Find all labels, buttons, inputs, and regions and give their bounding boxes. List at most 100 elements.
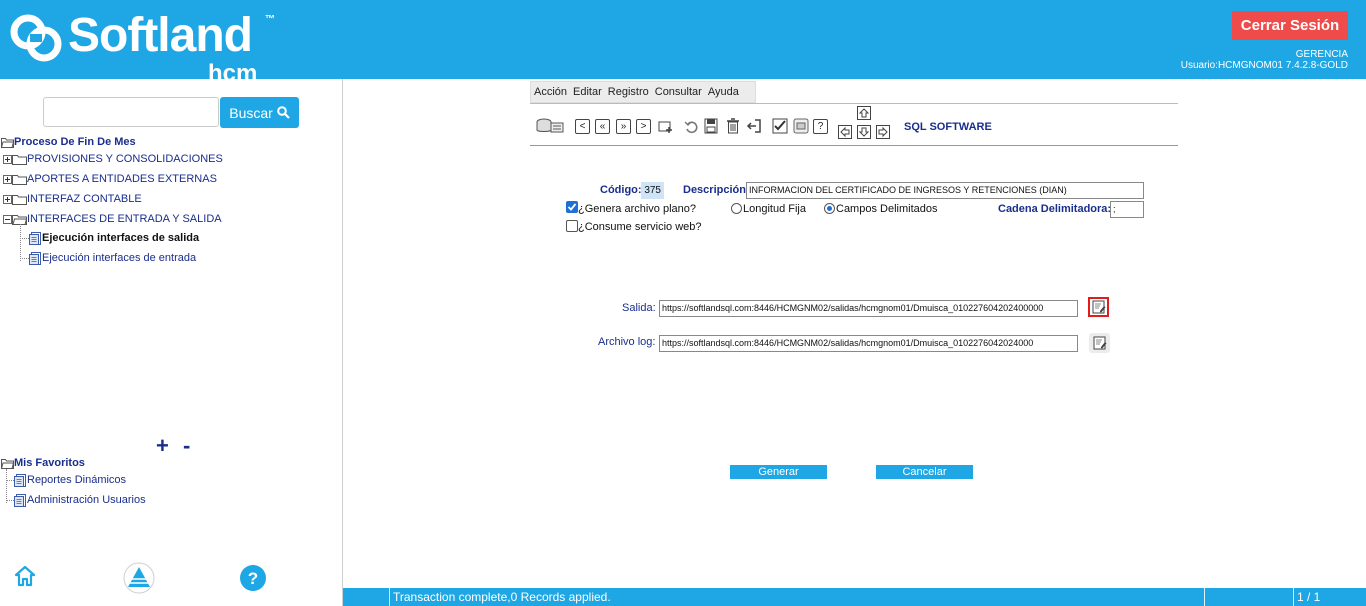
brand-trademark: ™ bbox=[265, 14, 275, 25]
status-bar: Transaction complete,0 Records applied. … bbox=[343, 588, 1366, 606]
salida-field[interactable]: https://softlandsql.com:8446/HCMGNM02/sa… bbox=[659, 300, 1078, 317]
longitud-fija-label: Longitud Fija bbox=[743, 203, 806, 215]
next-page-icon[interactable]: » bbox=[616, 119, 631, 134]
app-header: Softland ™ hcm Cerrar Sesión GERENCIA Us… bbox=[0, 0, 1366, 87]
save-icon[interactable] bbox=[704, 118, 718, 134]
nav-down-icon[interactable] bbox=[857, 125, 871, 139]
consume-servicio-checkbox[interactable] bbox=[566, 220, 578, 232]
process-tree: Proceso De Fin De Mes PROVISIONES Y CONS… bbox=[0, 79, 343, 599]
db-icon[interactable] bbox=[536, 118, 564, 134]
status-page: 1 / 1 bbox=[1293, 588, 1366, 606]
expand-collapse-all[interactable]: + - bbox=[156, 433, 194, 459]
campos-delimitados-label: Campos Delimitados bbox=[836, 203, 938, 215]
archivo-log-label: Archivo log: bbox=[598, 336, 656, 348]
triangle-logo-icon[interactable] bbox=[123, 562, 155, 594]
tree-item-label: APORTES A ENTIDADES EXTERNAS bbox=[27, 173, 217, 185]
nav-left-icon[interactable] bbox=[838, 125, 852, 139]
tree-child-label: Ejecución interfaces de salida bbox=[42, 232, 200, 244]
exit-icon[interactable] bbox=[746, 118, 762, 134]
tree-root[interactable]: Proceso De Fin De Mes bbox=[0, 134, 136, 150]
brand-name: Softland bbox=[68, 9, 253, 62]
folder-open-icon bbox=[0, 458, 15, 469]
folder-icon bbox=[12, 174, 27, 185]
expand-icon bbox=[3, 194, 12, 204]
tree-child-entrada[interactable]: Ejecución interfaces de entrada bbox=[20, 250, 196, 266]
favorite-item[interactable]: Administración Usuarios bbox=[6, 492, 146, 508]
edit-file-icon bbox=[1093, 336, 1106, 350]
cadena-delimitadora-field[interactable]: ; bbox=[1110, 201, 1144, 218]
log-picker-button[interactable] bbox=[1089, 333, 1110, 353]
main-content: Acción Editar Registro Consultar Ayuda < « »… bbox=[344, 79, 1366, 589]
document-icon bbox=[29, 231, 41, 245]
first-icon[interactable]: < bbox=[575, 119, 590, 134]
home-icon[interactable] bbox=[14, 565, 36, 587]
check-icon[interactable] bbox=[772, 118, 788, 134]
longitud-fija-radio[interactable] bbox=[731, 203, 742, 214]
folder-open-icon bbox=[0, 137, 15, 148]
tree-item-label: INTERFAZ CONTABLE bbox=[27, 193, 142, 205]
nav-up-icon[interactable] bbox=[857, 106, 871, 120]
print-icon[interactable] bbox=[793, 118, 809, 134]
tree-child-salida[interactable]: Ejecución interfaces de salida bbox=[20, 230, 199, 246]
collapse-icon bbox=[3, 214, 12, 224]
favorites-root-label: Mis Favoritos bbox=[14, 457, 85, 469]
help-icon[interactable]: ? bbox=[239, 564, 267, 592]
codigo-field[interactable]: 375 bbox=[641, 182, 664, 199]
last-icon[interactable]: > bbox=[636, 119, 651, 134]
favorite-item[interactable]: Reportes Dinámicos bbox=[6, 472, 126, 488]
archivo-log-field[interactable]: https://softlandsql.com:8446/HCMGNM02/sa… bbox=[659, 335, 1078, 352]
logout-button[interactable]: Cerrar Sesión bbox=[1232, 11, 1348, 40]
consume-servicio-label: ¿Consume servicio web? bbox=[578, 221, 702, 233]
expand-icon bbox=[3, 154, 12, 164]
checkmark-icon bbox=[567, 203, 577, 211]
status-left-cell bbox=[343, 588, 389, 606]
undo-icon[interactable] bbox=[684, 119, 700, 135]
company-name: GERENCIA bbox=[1295, 49, 1348, 60]
menu-editar[interactable]: Editar bbox=[570, 82, 605, 102]
tree-item-aportes[interactable]: APORTES A ENTIDADES EXTERNAS bbox=[3, 171, 217, 187]
toolbar: < « » > ? SQL SOFTWARE bbox=[530, 104, 1178, 146]
folder-open-icon bbox=[12, 214, 28, 225]
tree-root-label: Proceso De Fin De Mes bbox=[14, 136, 136, 148]
tree-item-label: PROVISIONES Y CONSOLIDACIONES bbox=[27, 153, 223, 165]
document-icon bbox=[14, 473, 26, 487]
status-message: Transaction complete,0 Records applied. bbox=[389, 588, 1204, 606]
user-info: GERENCIA Usuario:HCMGNOM01 7.4.2.8-GOLD bbox=[1181, 49, 1348, 71]
campos-delimitados-radio[interactable] bbox=[824, 203, 835, 214]
add-record-icon[interactable] bbox=[658, 119, 674, 135]
edit-file-icon bbox=[1092, 300, 1105, 314]
folder-icon bbox=[12, 154, 27, 165]
softland-logo: Softland ™ hcm bbox=[8, 8, 308, 87]
softland-logo-icon bbox=[10, 14, 62, 62]
descripcion-label: Descripción: bbox=[683, 184, 750, 196]
salida-label: Salida: bbox=[622, 302, 656, 314]
help-icon[interactable]: ? bbox=[813, 119, 828, 134]
menu-consultar[interactable]: Consultar bbox=[652, 82, 705, 102]
favorites-root[interactable]: Mis Favoritos bbox=[0, 455, 85, 471]
favorite-item-label: Reportes Dinámicos bbox=[27, 474, 127, 486]
genera-archivo-checkbox[interactable] bbox=[566, 201, 578, 213]
prev-icon[interactable]: « bbox=[595, 119, 610, 134]
status-extra-cell bbox=[1204, 588, 1293, 606]
tree-item-interfaz-contable[interactable]: INTERFAZ CONTABLE bbox=[3, 191, 142, 207]
expand-icon bbox=[3, 174, 12, 184]
favorite-item-label: Administración Usuarios bbox=[27, 494, 146, 506]
cancelar-button[interactable]: Cancelar bbox=[876, 465, 973, 479]
tree-item-label: INTERFACES DE ENTRADA Y SALIDA bbox=[27, 213, 222, 225]
menu-registro[interactable]: Registro bbox=[605, 82, 652, 102]
cadena-delimitadora-label: Cadena Delimitadora: bbox=[998, 203, 1112, 215]
salida-picker-button[interactable] bbox=[1088, 297, 1109, 317]
generar-button[interactable]: Generar bbox=[730, 465, 827, 479]
svg-text:?: ? bbox=[248, 569, 258, 588]
tree-item-interfaces[interactable]: INTERFACES DE ENTRADA Y SALIDA bbox=[3, 211, 222, 227]
nav-right-icon[interactable] bbox=[876, 125, 890, 139]
menu-ayuda[interactable]: Ayuda bbox=[705, 82, 742, 102]
user-name: Usuario:HCMGNOM01 7.4.2.8-GOLD bbox=[1180, 60, 1348, 71]
descripcion-field[interactable]: INFORMACION DEL CERTIFICADO DE INGRESOS … bbox=[746, 182, 1144, 199]
tree-item-provisiones[interactable]: PROVISIONES Y CONSOLIDACIONES bbox=[3, 151, 223, 167]
document-icon bbox=[14, 493, 26, 507]
delete-icon[interactable] bbox=[726, 118, 740, 134]
menu-accion[interactable]: Acción bbox=[531, 82, 570, 102]
codigo-label: Código: bbox=[600, 184, 642, 196]
genera-archivo-label: ¿Genera archivo plano? bbox=[578, 203, 697, 215]
